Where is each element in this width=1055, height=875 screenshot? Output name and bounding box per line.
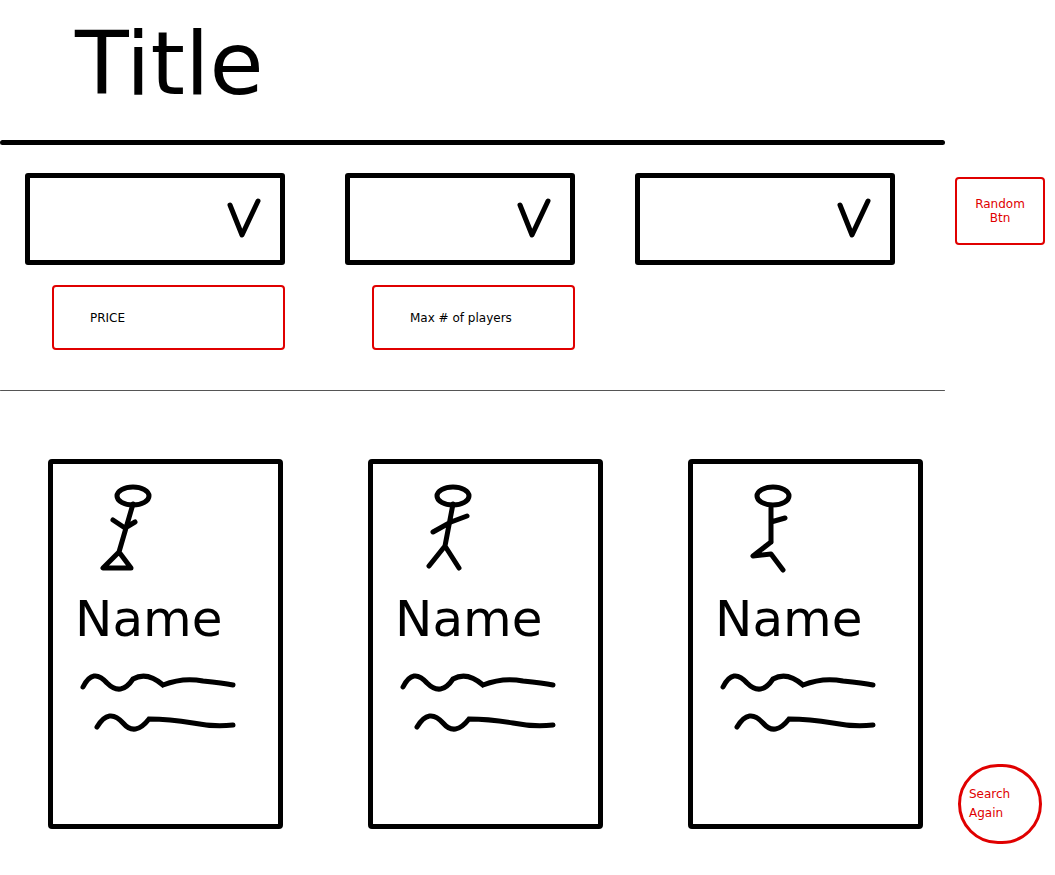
card-name: Name <box>393 592 578 647</box>
placeholder-text-icon <box>73 657 253 747</box>
person-icon <box>393 482 513 582</box>
card-row: Name Name Name <box>48 459 923 829</box>
person-icon <box>73 482 193 582</box>
card-name: Name <box>713 592 898 647</box>
filter-row: PRICE Max # of players Random Btn <box>0 173 1055 350</box>
placeholder-text-icon <box>713 657 893 747</box>
filter-caption: Max # of players <box>372 285 575 350</box>
filter-column <box>635 173 895 265</box>
filter-column: Max # of players <box>345 173 575 350</box>
placeholder-text-icon <box>393 657 573 747</box>
person-icon <box>713 482 833 582</box>
filter-dropdown[interactable] <box>345 173 575 265</box>
result-card[interactable]: Name <box>368 459 603 829</box>
filter-dropdown[interactable] <box>25 173 285 265</box>
filter-dropdown[interactable] <box>635 173 895 265</box>
filter-column: PRICE <box>25 173 285 350</box>
chevron-down-icon <box>226 197 262 241</box>
results-area: NameNameNameSearch Again <box>0 459 1055 829</box>
filter-caption: PRICE <box>52 285 285 350</box>
result-card[interactable]: Name <box>48 459 283 829</box>
result-card[interactable]: Name <box>688 459 923 829</box>
chevron-down-icon <box>516 197 552 241</box>
header-divider <box>0 140 945 145</box>
section-divider <box>0 390 945 391</box>
card-name: Name <box>73 592 258 647</box>
page: Title PRICE Max # of players Random Btn Name… <box>0 0 1055 875</box>
random-button[interactable]: Random Btn <box>955 177 1045 245</box>
chevron-down-icon <box>836 197 872 241</box>
search-again-button[interactable]: Search Again <box>958 764 1042 844</box>
page-title: Title <box>0 0 1055 118</box>
